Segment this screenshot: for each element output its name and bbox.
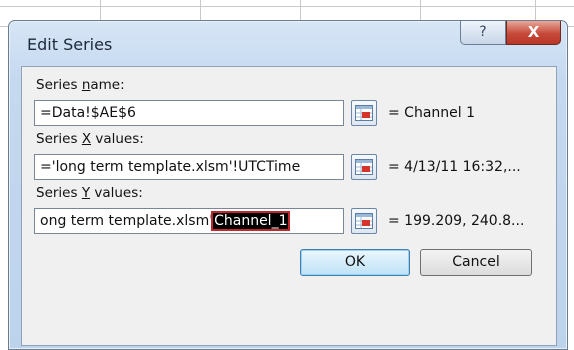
dialog-body: Series name: =Data!$AE$6 = Channel 1 Ser… (21, 66, 557, 346)
series-name-range-picker[interactable] (351, 100, 377, 126)
series-y-label: Series Y values: (36, 185, 143, 201)
series-name-input[interactable]: =Data!$AE$6 (34, 100, 344, 126)
dialog-title: Edit Series (27, 35, 113, 54)
ok-button[interactable]: OK (300, 249, 410, 276)
series-y-range-picker[interactable] (351, 208, 377, 234)
grid-line (0, 6, 574, 7)
selected-range-name: Channel_1 (211, 211, 291, 231)
collapse-dialog-icon (355, 105, 373, 121)
help-icon[interactable]: ? (460, 21, 506, 45)
title-bar[interactable]: Edit Series ? X (9, 21, 567, 67)
series-name-result: = Channel 1 (388, 105, 476, 121)
series-y-result: = 199.209, 240.8... (388, 213, 525, 229)
series-x-range-picker[interactable] (351, 154, 377, 180)
series-name-label: Series name: (36, 77, 125, 93)
series-x-label: Series X values: (36, 131, 144, 147)
collapse-dialog-icon (355, 213, 373, 229)
edit-series-dialog: Edit Series ? X Series name: =Data!$AE$6… (8, 20, 568, 350)
collapse-dialog-icon (355, 159, 373, 175)
series-y-value-prefix: ong term template.xlsm' (40, 213, 214, 229)
cancel-button[interactable]: Cancel (420, 249, 532, 276)
series-x-result: = 4/13/11 16:32,... (388, 159, 521, 175)
series-x-input[interactable]: ='long term template.xlsm'!UTCTime (34, 154, 344, 180)
series-y-input[interactable]: ong term template.xlsm'Channel_1 (34, 208, 344, 234)
close-icon[interactable]: X (506, 21, 561, 45)
